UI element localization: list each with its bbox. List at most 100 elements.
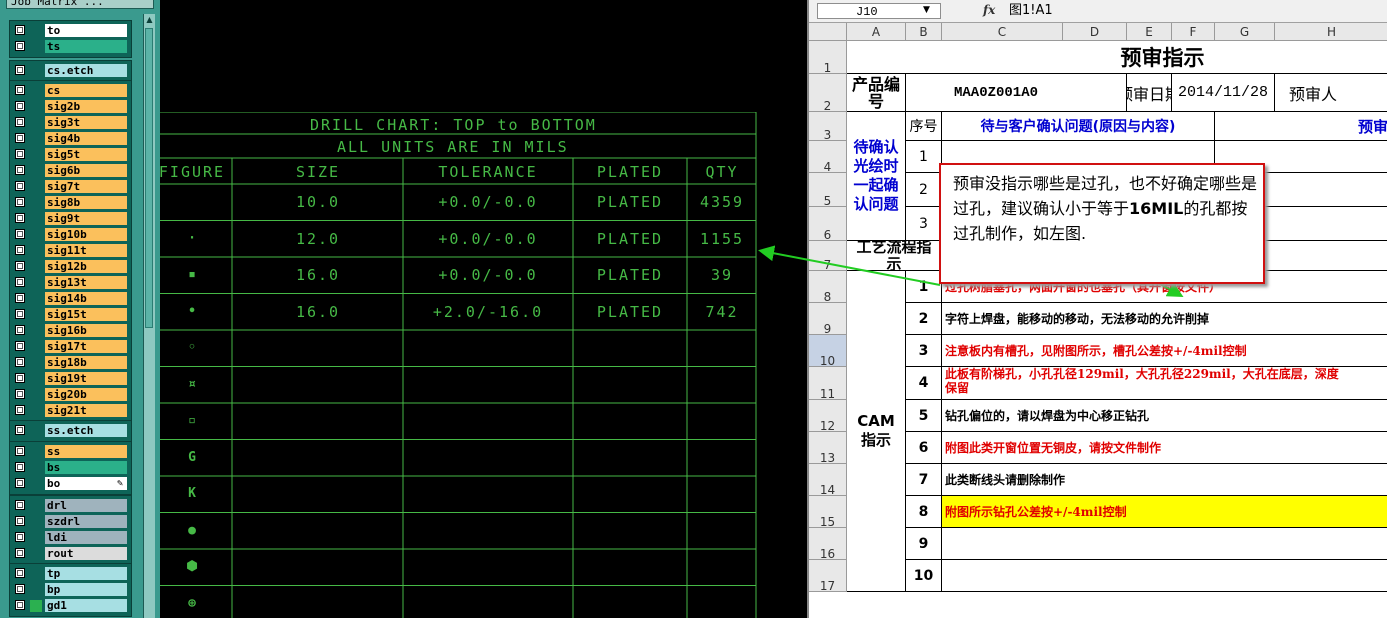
layer-row-sig19t[interactable]: sig19t <box>10 371 131 387</box>
layer-checkbox[interactable] <box>15 65 25 75</box>
chevron-down-icon[interactable]: ▼ <box>923 5 930 15</box>
cam-item-text[interactable] <box>942 560 1387 592</box>
layer-checkbox[interactable] <box>15 532 25 542</box>
layer-row-drl[interactable]: drl <box>10 498 131 514</box>
cam-item-text[interactable]: 附图此类开窗位置无铜皮，请按文件制作 <box>942 432 1387 464</box>
layer-name[interactable]: sig8b <box>45 196 127 209</box>
layer-row-tp[interactable]: tp <box>10 566 131 582</box>
reviewer-label[interactable]: 预审人 <box>1275 74 1387 112</box>
layer-row-ss.etch[interactable]: ss.etch <box>10 423 131 439</box>
layer-checkbox[interactable] <box>15 41 25 51</box>
layer-checkbox[interactable] <box>15 309 25 319</box>
layer-checkbox[interactable] <box>15 149 25 159</box>
layer-name[interactable]: sig16b <box>45 324 127 337</box>
layer-checkbox[interactable] <box>15 25 25 35</box>
cam-item-number[interactable]: 4 <box>906 367 942 400</box>
column-header-F[interactable]: F <box>1172 23 1215 41</box>
layer-row-szdrl[interactable]: szdrl <box>10 514 131 530</box>
layer-panel-scrollbar[interactable]: ▲ <box>143 14 155 618</box>
layer-name[interactable]: sig21t <box>45 404 127 417</box>
layer-checkbox[interactable] <box>15 462 25 472</box>
layer-name[interactable]: ss.etch <box>45 424 127 437</box>
layer-row-sig6b[interactable]: sig6b <box>10 163 131 179</box>
row-header-7[interactable]: 7 <box>809 241 847 271</box>
layer-row-bo[interactable]: bo ✎ <box>10 476 131 492</box>
column-header-G[interactable]: G <box>1215 23 1275 41</box>
layer-name[interactable]: sig14b <box>45 292 127 305</box>
layer-checkbox[interactable] <box>15 325 25 335</box>
layer-checkbox[interactable] <box>15 197 25 207</box>
layer-name[interactable]: bo ✎ <box>45 477 127 490</box>
layer-name[interactable]: sig2b <box>45 100 127 113</box>
layer-row-sig3t[interactable]: sig3t <box>10 115 131 131</box>
layer-checkbox[interactable] <box>15 85 25 95</box>
layer-checkbox[interactable] <box>15 500 25 510</box>
layer-name[interactable]: ss <box>45 445 127 458</box>
layer-row-ldi[interactable]: ldi <box>10 530 131 546</box>
cam-item-number[interactable]: 8 <box>906 496 942 528</box>
column-header-C[interactable]: C <box>942 23 1063 41</box>
layer-row-sig5t[interactable]: sig5t <box>10 147 131 163</box>
layer-checkbox[interactable] <box>15 373 25 383</box>
cam-item-text[interactable]: 此类断线头请删除制作 <box>942 464 1387 496</box>
layer-name[interactable]: sig11t <box>45 244 127 257</box>
layer-checkbox[interactable] <box>15 357 25 367</box>
layer-checkbox[interactable] <box>15 213 25 223</box>
layer-checkbox[interactable] <box>15 181 25 191</box>
layer-checkbox[interactable] <box>15 101 25 111</box>
layer-row-cs.etch[interactable]: cs.etch <box>10 63 131 79</box>
layer-checkbox[interactable] <box>15 389 25 399</box>
layer-name[interactable]: sig5t <box>45 148 127 161</box>
scroll-up-icon[interactable]: ▲ <box>144 14 155 25</box>
layer-name[interactable]: sig6b <box>45 164 127 177</box>
layer-checkbox[interactable] <box>15 425 25 435</box>
layer-name[interactable]: gd1 <box>45 599 127 612</box>
layer-name[interactable]: sig17t <box>45 340 127 353</box>
row-header-1[interactable]: 1 <box>809 41 847 74</box>
cam-item-number[interactable]: 9 <box>906 528 942 560</box>
confirm-item-number[interactable]: 2 <box>906 173 942 207</box>
row-header-10[interactable]: 10 <box>809 335 847 367</box>
row-header-15[interactable]: 15 <box>809 496 847 528</box>
layer-row-sig16b[interactable]: sig16b <box>10 323 131 339</box>
confirm-item-number[interactable]: 1 <box>906 141 942 173</box>
review-date-label[interactable]: 预审日期 <box>1127 74 1172 112</box>
layer-row-sig7t[interactable]: sig7t <box>10 179 131 195</box>
cam-item-number[interactable]: 1 <box>906 271 942 303</box>
layer-row-gd1[interactable]: gd1 <box>10 598 131 614</box>
layer-checkbox[interactable] <box>15 293 25 303</box>
layer-row-cs[interactable]: cs <box>10 83 131 99</box>
row-header-13[interactable]: 13 <box>809 432 847 464</box>
layer-row-sig15t[interactable]: sig15t <box>10 307 131 323</box>
column-header-B[interactable]: B <box>906 23 942 41</box>
layer-row-sig13t[interactable]: sig13t <box>10 275 131 291</box>
column-header-D[interactable]: D <box>1063 23 1127 41</box>
row-header-16[interactable]: 16 <box>809 528 847 560</box>
layer-name[interactable]: sig10b <box>45 228 127 241</box>
cam-item-number[interactable]: 2 <box>906 303 942 335</box>
layer-row-sig17t[interactable]: sig17t <box>10 339 131 355</box>
layer-checkbox[interactable] <box>15 584 25 594</box>
layer-name[interactable]: cs.etch <box>45 64 127 77</box>
layer-row-sig12b[interactable]: sig12b <box>10 259 131 275</box>
cam-item-text[interactable]: 注意板内有槽孔，见附图所示，槽孔公差按+/-4mil控制 <box>942 335 1387 367</box>
row-header-11[interactable]: 11 <box>809 367 847 400</box>
layer-name[interactable]: tp <box>45 567 127 580</box>
layer-row-sig14b[interactable]: sig14b <box>10 291 131 307</box>
layer-row-sig10b[interactable]: sig10b <box>10 227 131 243</box>
row-header-12[interactable]: 12 <box>809 400 847 432</box>
layer-color-swatch[interactable] <box>30 600 42 612</box>
layer-name[interactable]: to <box>45 24 127 37</box>
layer-checkbox[interactable] <box>15 165 25 175</box>
layer-checkbox[interactable] <box>15 405 25 415</box>
row-header-14[interactable]: 14 <box>809 464 847 496</box>
product-no-value[interactable]: MAA0Z001A0 <box>906 74 1127 112</box>
layer-row-ss[interactable]: ss <box>10 444 131 460</box>
layer-row-rout[interactable]: rout <box>10 546 131 562</box>
layer-checkbox[interactable] <box>15 245 25 255</box>
row-header-6[interactable]: 6 <box>809 207 847 241</box>
layer-checkbox[interactable] <box>15 277 25 287</box>
layer-name[interactable]: sig13t <box>45 276 127 289</box>
row-header-3[interactable]: 3 <box>809 112 847 141</box>
layer-row-bp[interactable]: bp <box>10 582 131 598</box>
